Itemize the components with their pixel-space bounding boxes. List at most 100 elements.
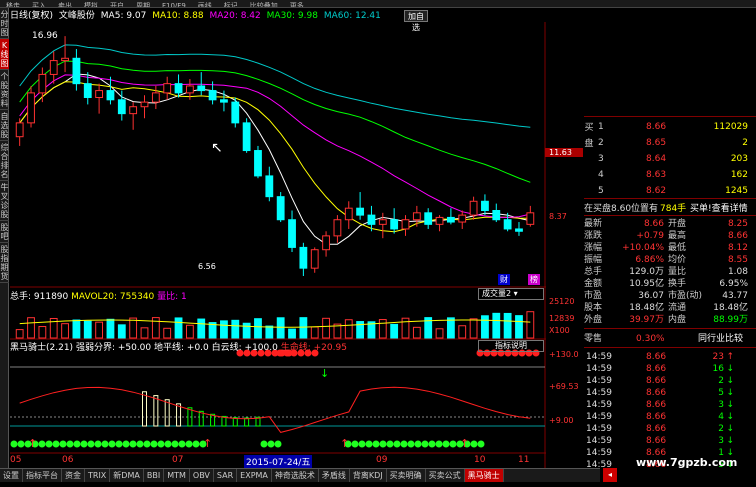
tab-indicator[interactable]: 背离KDJ	[350, 469, 387, 482]
watermark: www.7gpzb.com	[636, 456, 738, 469]
green-signal-dot	[73, 440, 81, 448]
green-signal-dot	[38, 440, 46, 448]
tab-indicator[interactable]: TRIX	[85, 469, 111, 482]
tick-time: 14:59	[586, 364, 612, 374]
chart-area[interactable]: ↑ ↑ ↑ ↑ ↓	[10, 22, 546, 468]
time-axis-label: 07	[172, 455, 184, 465]
menu-item[interactable]: 开户	[104, 2, 130, 7]
menu-item[interactable]: 卖出	[52, 2, 78, 7]
tab-indicator[interactable]: 资金	[62, 469, 85, 482]
candle	[231, 101, 240, 124]
tick-volume: 4	[718, 412, 724, 422]
left-tab[interactable]: 个股资料	[0, 70, 9, 110]
tab-indicator[interactable]: 买卖公式	[426, 469, 465, 482]
menu-item[interactable]: 标记	[218, 2, 244, 7]
left-tab[interactable]: 股指期货	[0, 243, 9, 283]
menu-item[interactable]: 更多	[284, 2, 310, 7]
volume-bar	[458, 325, 467, 339]
arrow-up-icon: ↑	[726, 352, 734, 362]
left-tab[interactable]: 股吧	[0, 221, 9, 243]
tab-scroll-button[interactable]: ◂	[603, 468, 617, 482]
green-signal-dot	[59, 440, 67, 448]
tick-volume: 23	[712, 352, 724, 362]
tab-indicator[interactable]: BBI	[144, 469, 165, 482]
tab-indicator[interactable]: 神奇选股术	[272, 469, 319, 482]
volume-header: 总手: 911890 MAVOL20: 755340 量比: 1	[10, 289, 187, 302]
order-book-row[interactable]: 4 8.63 162	[584, 168, 756, 182]
tab-indicator[interactable]: 设置	[0, 469, 23, 482]
candle	[344, 207, 353, 221]
big-order-notice[interactable]: 在买盘8.60位置有 784手 买单!查看详情	[584, 202, 756, 216]
tab-indicator[interactable]: 新DMA	[110, 469, 144, 482]
menu-item[interactable]: 画线	[192, 2, 218, 7]
tick-volume: 3	[718, 400, 724, 410]
rank-marker[interactable]: 榜	[528, 274, 540, 285]
indicator-explain-button[interactable]: 指标说明	[478, 340, 544, 352]
menu-item[interactable]: 比较叠加	[244, 2, 284, 7]
tab-indicator[interactable]: EXPMA	[237, 469, 272, 482]
candle	[95, 90, 104, 98]
time-axis-label: 09	[376, 455, 388, 465]
add-watchlist-button[interactable]: 加自选	[404, 10, 428, 32]
left-tab[interactable]: 分时图	[0, 8, 9, 39]
quote-value: 6.95%	[719, 279, 748, 289]
tab-indicator[interactable]: 黑马骑士	[464, 469, 504, 482]
volume-bar	[61, 323, 69, 339]
candle	[129, 106, 138, 115]
green-signal-dot	[17, 440, 25, 448]
candle	[163, 83, 172, 94]
weak-line-label: 强弱分界: +50.00	[75, 343, 152, 353]
green-signal-dot	[150, 440, 158, 448]
tab-indicator[interactable]: SAR	[214, 469, 238, 482]
order-volume: 112029	[713, 122, 748, 132]
tab-indicator[interactable]: OBV	[190, 469, 214, 482]
green-signal-dot	[108, 440, 116, 448]
quote-value: 1.08	[727, 267, 748, 277]
candle	[458, 214, 467, 223]
order-price: 8.65	[646, 138, 667, 148]
volume-bar	[526, 311, 535, 339]
indicator-axis-label: +9.00	[549, 416, 574, 425]
tab-indicator[interactable]: 买卖明确	[387, 469, 426, 482]
order-book-row[interactable]: 1 8.66 112029	[584, 120, 756, 134]
candle	[481, 200, 489, 212]
green-signal-dot	[10, 440, 18, 448]
tab-indicator[interactable]: MTM	[164, 469, 190, 482]
news-marker[interactable]: 财	[498, 274, 510, 285]
green-signal-dot	[435, 440, 443, 448]
ma10-line	[19, 81, 531, 233]
order-book-row[interactable]: 3 8.64 203	[584, 152, 756, 166]
notice-detail-link[interactable]: 买单!查看详情	[690, 202, 748, 216]
volume-bar	[412, 326, 421, 339]
volume-ratio-label: 量比: 1	[157, 292, 187, 302]
life-line-label: 生命线: +20.95	[280, 343, 347, 353]
order-level: 4	[598, 170, 604, 180]
industry-compare-link[interactable]: 同行业比较	[698, 332, 743, 346]
order-volume: 1245	[725, 186, 748, 196]
volume-bar	[117, 324, 126, 339]
candle	[288, 219, 296, 248]
arrow-down-icon: ↓	[726, 424, 734, 434]
panel-separator	[584, 328, 756, 329]
left-tab[interactable]: 综合排名	[0, 141, 9, 181]
menu-item[interactable]: 买入	[26, 2, 52, 7]
volume-dropdown-label: 成交量2	[482, 289, 512, 298]
indicator-name[interactable]: 黑马骑士(2.21)	[10, 343, 73, 353]
left-tab[interactable]: 牛叉诊股	[0, 181, 9, 221]
volume-bar	[276, 317, 285, 339]
menu-item[interactable]: 模拟	[78, 2, 104, 7]
indicator-bar	[153, 395, 159, 427]
left-tab[interactable]: K线图	[0, 39, 9, 70]
period-label[interactable]: 日线(复权)	[10, 11, 53, 21]
quote-row: 市盈 36.07 市盈(动) 43.77	[584, 290, 756, 302]
order-book-row[interactable]: 5 8.62 1245	[584, 184, 756, 198]
tab-indicator[interactable]: 指标平台	[23, 469, 62, 482]
indicator-tab-bar: 设置 指标平台 资金 TRIX 新DMA BBI MTM OBV SAR EXPMA 神奇选股术 矛盾…	[0, 468, 600, 482]
tab-indicator[interactable]: 矛盾线	[319, 469, 350, 482]
volume-indicator-dropdown[interactable]: 成交量2 ▾	[478, 288, 544, 300]
menu-item[interactable]: F10/F9	[156, 2, 192, 7]
volume-bar	[15, 329, 24, 339]
left-tab[interactable]: 自选股	[0, 110, 9, 141]
menu-item[interactable]: 周期	[130, 2, 156, 7]
order-book-row[interactable]: 2 8.65 2	[584, 136, 756, 150]
